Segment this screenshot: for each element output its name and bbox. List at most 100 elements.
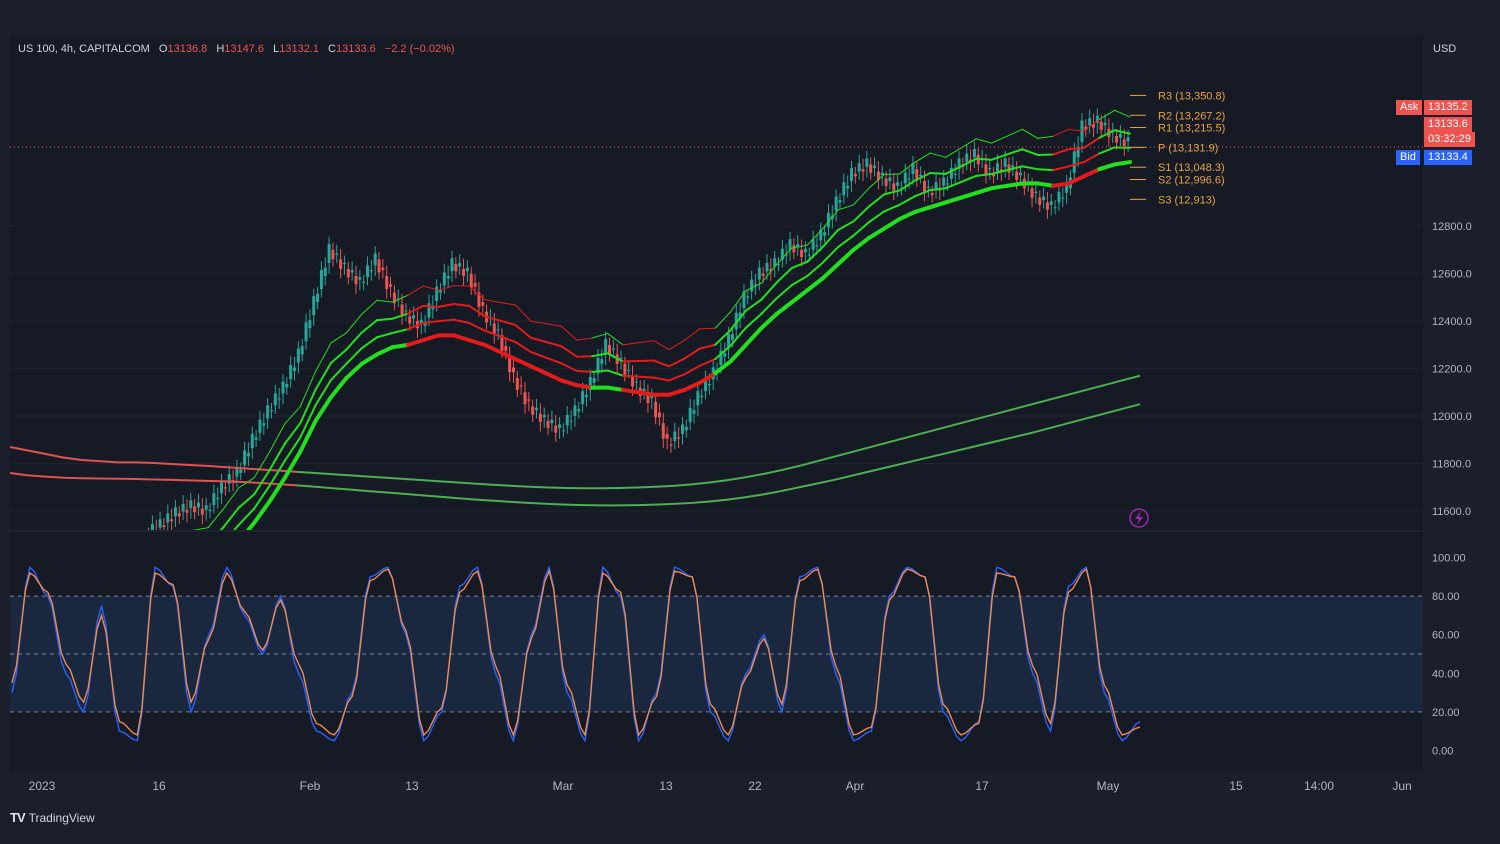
x-tick-label: 16 bbox=[152, 779, 166, 793]
candle-body bbox=[166, 513, 170, 523]
candle-body bbox=[377, 259, 381, 273]
ema-ribbon-segment bbox=[1005, 181, 1025, 188]
candle-body bbox=[1099, 121, 1103, 131]
ema-ribbon-segment bbox=[177, 550, 192, 565]
ema-ribbon-segment bbox=[514, 304, 532, 322]
ema-ribbon-segment bbox=[329, 376, 349, 400]
candle-body bbox=[723, 353, 727, 357]
ema-slow-1-bear bbox=[10, 472, 298, 487]
ema-ribbon-segment bbox=[667, 387, 687, 397]
x-tick-label: May bbox=[1097, 779, 1120, 793]
alert-lightning-icon bbox=[1129, 508, 1149, 528]
candle-body bbox=[677, 437, 681, 439]
x-tick-label: 14:00 bbox=[1304, 779, 1334, 793]
ema-ribbon-segment bbox=[560, 345, 578, 358]
ask-tag-label: Ask bbox=[1396, 100, 1423, 115]
ema-ribbon-segment bbox=[529, 336, 548, 343]
bid-tag-label: Bid bbox=[1396, 150, 1420, 165]
candle-body bbox=[304, 322, 308, 342]
candle-body bbox=[1088, 118, 1092, 126]
ema-ribbon-segment bbox=[1036, 168, 1055, 172]
ema-ribbon-segment bbox=[1112, 160, 1132, 167]
y-tick-label: 12200.0 bbox=[1432, 364, 1472, 376]
ema-ribbon-segment bbox=[1052, 148, 1070, 156]
candle-body bbox=[1049, 201, 1053, 205]
candle-body bbox=[277, 398, 281, 400]
ema-ribbon-segment bbox=[698, 343, 717, 350]
ema-ribbon-segment bbox=[345, 331, 363, 351]
ema-ribbon-segment bbox=[407, 285, 424, 296]
ema-ribbon-segment bbox=[914, 152, 931, 163]
x-tick-label: Jun bbox=[1392, 779, 1411, 793]
ema-ribbon-segment bbox=[1006, 128, 1023, 137]
ema-ribbon-segment bbox=[560, 325, 578, 341]
candle-body bbox=[323, 267, 327, 277]
candle-body bbox=[269, 410, 273, 412]
candle-body bbox=[412, 315, 416, 319]
ema-ribbon-segment bbox=[344, 361, 364, 381]
candle-body bbox=[669, 444, 673, 446]
price-chart[interactable]: R3 (13,350.8) R2 (13,267.2)R1 (13,215.5) P… bbox=[0, 0, 1500, 844]
candle-body bbox=[1003, 158, 1007, 167]
candle-body bbox=[657, 412, 661, 418]
ema-ribbon-segment bbox=[452, 303, 471, 307]
candle-body bbox=[239, 469, 243, 474]
tradingview-logo-text: TradingView bbox=[28, 810, 95, 825]
ema-ribbon-segment bbox=[591, 369, 609, 373]
candle-body bbox=[300, 346, 304, 355]
ema-ribbon-segment bbox=[468, 322, 486, 332]
pivot-label: S1 (13,048.3) bbox=[1158, 162, 1225, 174]
candle-body bbox=[147, 535, 150, 537]
candle-body bbox=[965, 153, 969, 163]
stoch-tick-label: 60.00 bbox=[1432, 630, 1460, 642]
ema-ribbon-segment bbox=[422, 304, 440, 308]
ema-ribbon-segment bbox=[837, 234, 855, 249]
candle-body bbox=[692, 410, 696, 414]
candle-body bbox=[803, 248, 807, 253]
candle-body bbox=[984, 164, 988, 174]
candle-body bbox=[173, 507, 177, 517]
ema-ribbon-segment bbox=[929, 171, 947, 175]
ema-ribbon-segment bbox=[928, 200, 948, 210]
ema-ribbon-segment bbox=[790, 260, 809, 269]
ema-ribbon-segment bbox=[851, 236, 871, 252]
ema-ribbon-segment bbox=[653, 340, 670, 351]
ema-ribbon-segment bbox=[437, 303, 455, 308]
candle-body bbox=[930, 192, 934, 196]
bid-price: 13133.4 bbox=[1424, 150, 1472, 165]
ema-ribbon-segment bbox=[545, 341, 563, 348]
x-tick-label: 13 bbox=[659, 779, 673, 793]
candle-body bbox=[627, 369, 631, 371]
y-tick-label: 12600.0 bbox=[1432, 269, 1472, 281]
ema-ribbon-segment bbox=[974, 186, 994, 195]
ema-ribbon-segment bbox=[1082, 152, 1101, 164]
ema-ribbon-segment bbox=[437, 318, 455, 323]
candle-body bbox=[312, 296, 316, 316]
candle-body bbox=[665, 433, 669, 439]
ema-ribbon-segment bbox=[177, 568, 192, 581]
ema-ribbon-segment bbox=[482, 342, 503, 354]
candle-body bbox=[1045, 202, 1049, 210]
ema-ribbon-segment bbox=[405, 338, 426, 347]
ema-ribbon-segment bbox=[728, 342, 748, 364]
ema-ribbon-segment bbox=[1098, 146, 1116, 155]
ema-ribbon-segment bbox=[652, 376, 671, 382]
ema-ribbon-segment bbox=[219, 526, 225, 530]
candle-body bbox=[688, 407, 692, 422]
tradingview-logo[interactable]: TV TradingView bbox=[10, 810, 95, 825]
ema-ribbon-segment bbox=[1097, 162, 1117, 172]
candle-body bbox=[531, 406, 535, 415]
last-price: 13133.6 bbox=[1424, 117, 1472, 132]
candle-body bbox=[481, 302, 485, 306]
ema-ribbon-segment bbox=[683, 328, 701, 341]
candle-body bbox=[1030, 188, 1034, 198]
ema-ribbon-segment bbox=[1051, 181, 1071, 188]
candle-body bbox=[1126, 137, 1130, 142]
ema-ribbon-segment bbox=[421, 333, 441, 343]
stoch-tick-label: 80.00 bbox=[1432, 591, 1460, 603]
ema-ribbon-segment bbox=[852, 221, 870, 237]
ema-ribbon-segment bbox=[451, 333, 472, 343]
ema-ribbon-segment bbox=[514, 341, 532, 353]
pivot-label: R3 (13,350.8) bbox=[1158, 90, 1225, 102]
x-tick-label: Mar bbox=[553, 779, 574, 793]
